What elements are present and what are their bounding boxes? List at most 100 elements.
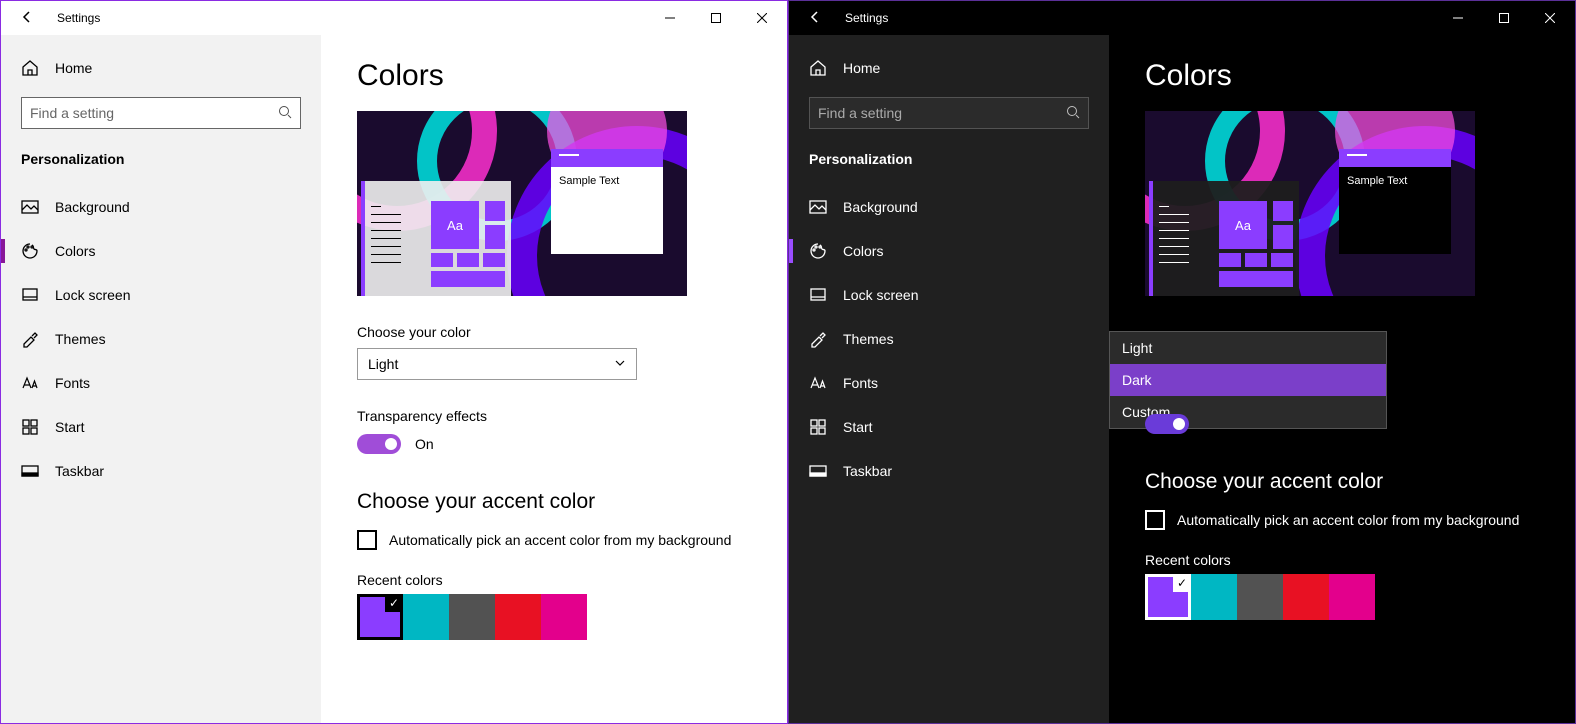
transparency-label: Transparency effects	[357, 408, 751, 424]
nav-label: Start	[55, 419, 85, 435]
option-dark[interactable]: Dark	[1110, 364, 1386, 396]
nav-background[interactable]: Background	[789, 185, 1109, 229]
picture-icon	[809, 198, 827, 216]
page-title: Colors	[1145, 59, 1539, 93]
lockscreen-icon	[21, 286, 39, 304]
palette-icon	[21, 242, 39, 260]
window-controls	[647, 2, 785, 34]
nav-taskbar[interactable]: Taskbar	[789, 449, 1109, 493]
nav-start[interactable]: Start	[789, 405, 1109, 449]
search-input[interactable]	[809, 97, 1089, 129]
nav-taskbar[interactable]: Taskbar	[1, 449, 321, 493]
nav-fonts[interactable]: Fonts	[789, 361, 1109, 405]
nav-label: Lock screen	[55, 287, 130, 303]
nav-colors[interactable]: Colors	[1, 229, 321, 273]
minimize-button[interactable]	[1435, 2, 1481, 34]
dropdown-value: Light	[368, 356, 398, 372]
search-field[interactable]	[818, 105, 1066, 121]
transparency-toggle[interactable]	[357, 434, 401, 454]
nav-background[interactable]: Background	[1, 185, 321, 229]
nav-label: Fonts	[843, 375, 878, 391]
swatch-3[interactable]	[495, 594, 541, 640]
nav-label: Background	[843, 199, 918, 215]
transparency-toggle[interactable]	[1145, 414, 1189, 434]
chevron-down-icon	[614, 356, 626, 372]
swatch-4[interactable]	[1329, 574, 1375, 620]
color-mode-dropdown[interactable]: Light	[357, 348, 637, 380]
swatch-4[interactable]	[541, 594, 587, 640]
section-title: Personalization	[789, 145, 1109, 185]
swatch-3[interactable]	[1283, 574, 1329, 620]
titlebar: Settings	[1, 1, 787, 35]
auto-accent-checkbox-row[interactable]: Automatically pick an accent color from …	[1145, 510, 1539, 530]
fonts-icon	[809, 374, 827, 392]
home-icon	[809, 59, 827, 77]
picture-icon	[21, 198, 39, 216]
sidebar: Home Personalization Background Colors	[1, 35, 321, 723]
nav-label: Start	[843, 419, 873, 435]
search-icon	[278, 105, 292, 122]
nav-start[interactable]: Start	[1, 405, 321, 449]
accent-heading: Choose your accent color	[1145, 470, 1539, 494]
nav-label: Taskbar	[55, 463, 104, 479]
settings-window-light: Settings Home Personalization	[0, 0, 788, 724]
swatch-2[interactable]	[449, 594, 495, 640]
close-button[interactable]	[739, 2, 785, 34]
nav-label: Taskbar	[843, 463, 892, 479]
home-button[interactable]: Home	[789, 49, 1109, 87]
recent-colors-label: Recent colors	[1145, 552, 1539, 568]
nav-colors[interactable]: Colors	[789, 229, 1109, 273]
themes-icon	[809, 330, 827, 348]
nav-label: Themes	[55, 331, 106, 347]
palette-icon	[809, 242, 827, 260]
swatch-1[interactable]	[403, 594, 449, 640]
content: Colors Aa Sample Text	[321, 35, 787, 723]
themes-icon	[21, 330, 39, 348]
minimize-button[interactable]	[647, 2, 693, 34]
nav-themes[interactable]: Themes	[1, 317, 321, 361]
nav-label: Themes	[843, 331, 894, 347]
theme-preview: Aa Sample Text	[357, 111, 687, 296]
taskbar-icon	[21, 462, 39, 480]
preview-sample-window: Sample Text	[1339, 149, 1451, 254]
nav-lockscreen[interactable]: Lock screen	[789, 273, 1109, 317]
nav-themes[interactable]: Themes	[789, 317, 1109, 361]
start-icon	[21, 418, 39, 436]
nav-label: Colors	[55, 243, 95, 259]
window-controls	[1435, 2, 1573, 34]
maximize-button[interactable]	[1481, 2, 1527, 34]
theme-preview: Aa Sample Text	[1145, 111, 1475, 296]
fonts-icon	[21, 374, 39, 392]
search-input[interactable]	[21, 97, 301, 129]
swatch-0[interactable]	[1145, 574, 1191, 620]
transparency-state: On	[415, 436, 434, 452]
taskbar-icon	[809, 462, 827, 480]
nav-label: Lock screen	[843, 287, 918, 303]
nav-fonts[interactable]: Fonts	[1, 361, 321, 405]
app-title: Settings	[57, 11, 100, 25]
home-icon	[21, 59, 39, 77]
app-title: Settings	[845, 11, 888, 25]
page-title: Colors	[357, 59, 751, 93]
swatch-2[interactable]	[1237, 574, 1283, 620]
home-button[interactable]: Home	[1, 49, 321, 87]
preview-tile-aa: Aa	[1219, 201, 1267, 249]
swatch-0[interactable]	[357, 594, 403, 640]
nav-lockscreen[interactable]: Lock screen	[1, 273, 321, 317]
auto-accent-label: Automatically pick an accent color from …	[1177, 512, 1519, 528]
sample-text: Sample Text	[551, 167, 663, 195]
back-button[interactable]	[805, 10, 825, 27]
maximize-button[interactable]	[693, 2, 739, 34]
nav-label: Background	[55, 199, 130, 215]
swatch-1[interactable]	[1191, 574, 1237, 620]
recent-color-swatches	[357, 594, 751, 640]
auto-accent-checkbox-row[interactable]: Automatically pick an accent color from …	[357, 530, 751, 550]
close-button[interactable]	[1527, 2, 1573, 34]
back-button[interactable]	[17, 10, 37, 27]
preview-start-thumb: Aa	[1149, 181, 1299, 296]
nav-label: Colors	[843, 243, 883, 259]
option-light[interactable]: Light	[1110, 332, 1386, 364]
recent-color-swatches	[1145, 574, 1539, 620]
search-field[interactable]	[30, 105, 278, 121]
home-label: Home	[843, 60, 880, 76]
